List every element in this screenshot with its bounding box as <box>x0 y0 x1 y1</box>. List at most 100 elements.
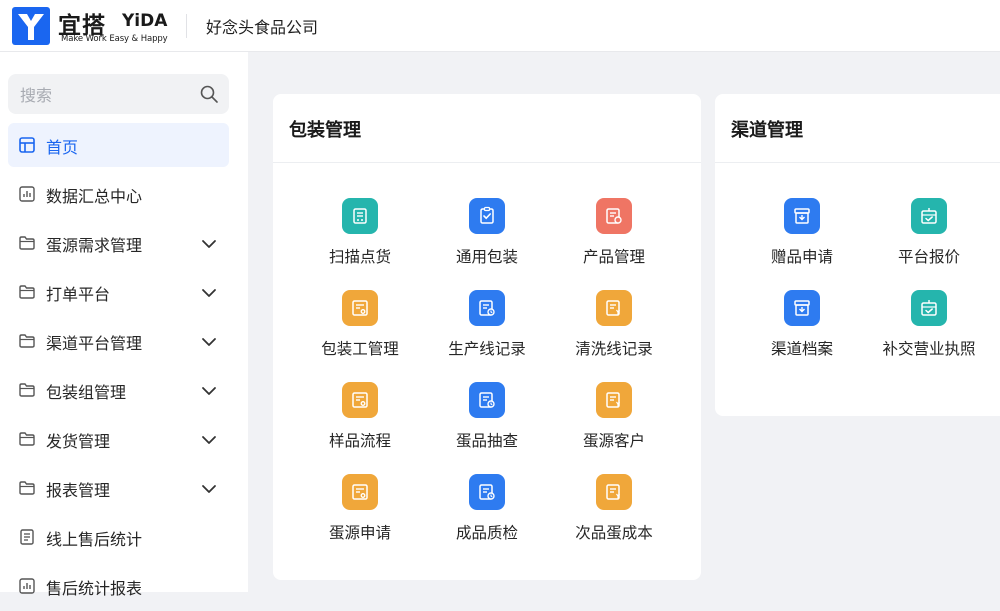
doc-yen-icon <box>606 484 620 500</box>
sidebar-item-order-platform[interactable]: 打单平台 <box>0 268 248 317</box>
sidebar-item-label: 售后统计报表 <box>46 579 143 598</box>
app-label: 通用包装 <box>455 248 518 266</box>
card-divider <box>273 162 701 163</box>
sidebar-item-aftersales-report[interactable]: 售后统计报表 <box>0 562 248 611</box>
form-icon <box>20 529 34 545</box>
sidebar: 首页 数据汇总中心 蛋源需求管理 <box>0 52 248 598</box>
app-icon-tile <box>596 198 632 234</box>
app-label: 蛋源客户 <box>582 432 645 450</box>
app-egg-source-customers[interactable]: 蛋源客户 <box>551 382 677 474</box>
sidebar-item-egg-demand[interactable]: 蛋源需求管理 <box>0 219 248 268</box>
packaging-card: 包装管理 扫描点货 通用包装 产品管理 包装工管理 生产线记录 清洗线记录 样品… <box>273 94 701 580</box>
app-label: 蛋品抽查 <box>455 432 518 450</box>
app-icon-tile <box>469 382 505 418</box>
doc-yen-icon <box>606 300 620 316</box>
search-icon[interactable] <box>199 84 219 104</box>
app-icon-tile <box>342 290 378 326</box>
channel-card: 渠道管理 赠品申请 平台报价 渠道档案 补交营业执照 <box>715 94 1000 416</box>
app-icon-tile <box>342 198 378 234</box>
doc-person-icon <box>352 300 368 316</box>
app-packer-management[interactable]: 包装工管理 <box>297 290 423 382</box>
app-label: 次品蛋成本 <box>575 524 653 542</box>
sidebar-item-label: 首页 <box>46 138 79 157</box>
app-submit-business-license[interactable]: 补交营业执照 <box>866 290 992 382</box>
inbox-check-icon <box>921 208 937 224</box>
app-icon-tile <box>469 198 505 234</box>
home-icon <box>19 137 35 153</box>
checklist-icon <box>480 206 494 224</box>
app-egg-inspection[interactable]: 蛋品抽查 <box>424 382 550 474</box>
app-label: 平台报价 <box>897 248 960 266</box>
app-icon-tile <box>342 474 378 510</box>
folder-icon <box>19 236 35 250</box>
sidebar-item-label: 数据汇总中心 <box>46 187 143 206</box>
app-finished-product-qc[interactable]: 成品质检 <box>424 474 550 566</box>
app-label: 包装工管理 <box>321 340 399 358</box>
chevron-down-icon[interactable] <box>200 431 218 449</box>
top-bar: 宜搭 YiDA Make Work Easy & Happy 好念头食品公司 <box>0 0 1000 52</box>
sidebar-nav: 首页 数据汇总中心 蛋源需求管理 打单平台 渠道平台管理 包装组管理 发货管理 … <box>0 121 248 611</box>
app-icon-tile <box>784 290 820 326</box>
app-label: 成品质检 <box>455 524 518 542</box>
sidebar-item-data-summary[interactable]: 数据汇总中心 <box>0 170 248 219</box>
app-sample-process[interactable]: 样品流程 <box>297 382 423 474</box>
sidebar-item-shipping[interactable]: 发货管理 <box>0 415 248 464</box>
yida-logo-icon[interactable] <box>12 7 50 45</box>
app-product-management[interactable]: 产品管理 <box>551 198 677 290</box>
folder-icon <box>19 432 35 446</box>
app-washing-line-records[interactable]: 清洗线记录 <box>551 290 677 382</box>
cart-icon <box>353 208 367 224</box>
folder-icon <box>19 481 35 495</box>
app-label: 补交营业执照 <box>882 340 976 358</box>
card-title: 渠道管理 <box>731 120 803 141</box>
app-icon-tile <box>469 474 505 510</box>
app-channel-archive[interactable]: 渠道档案 <box>739 290 865 382</box>
report-icon <box>19 578 35 594</box>
app-label: 赠品申请 <box>770 248 833 266</box>
chevron-down-icon[interactable] <box>200 284 218 302</box>
app-egg-source-request[interactable]: 蛋源申请 <box>297 474 423 566</box>
folder-icon <box>19 383 35 397</box>
app-defective-egg-cost[interactable]: 次品蛋成本 <box>551 474 677 566</box>
logo-english-text: YiDA <box>122 11 168 31</box>
doc-person-icon <box>352 392 368 408</box>
folder-icon <box>19 285 35 299</box>
search-input[interactable] <box>18 74 192 116</box>
sidebar-item-channel-platform[interactable]: 渠道平台管理 <box>0 317 248 366</box>
search-box[interactable] <box>8 74 229 116</box>
card-title: 包装管理 <box>289 120 361 141</box>
sidebar-item-label: 包装组管理 <box>46 383 127 402</box>
chevron-down-icon[interactable] <box>200 382 218 400</box>
app-gift-request[interactable]: 赠品申请 <box>739 198 865 290</box>
doc-clock-icon <box>479 300 495 316</box>
sidebar-item-home[interactable]: 首页 <box>0 121 248 170</box>
app-production-line-records[interactable]: 生产线记录 <box>424 290 550 382</box>
sidebar-item-label: 线上售后统计 <box>46 530 143 549</box>
doc-person-icon <box>352 484 368 500</box>
app-icon-tile <box>784 198 820 234</box>
chevron-down-icon[interactable] <box>200 480 218 498</box>
sidebar-item-label: 打单平台 <box>46 285 111 304</box>
sidebar-item-label: 蛋源需求管理 <box>46 236 143 255</box>
chevron-down-icon[interactable] <box>200 235 218 253</box>
doc-clock-icon <box>479 484 495 500</box>
app-label: 扫描点货 <box>328 248 391 266</box>
app-icon-tile <box>596 382 632 418</box>
app-icon-tile <box>911 290 947 326</box>
app-general-packaging[interactable]: 通用包装 <box>424 198 550 290</box>
app-platform-quote[interactable]: 平台报价 <box>866 198 992 290</box>
app-label: 样品流程 <box>328 432 391 450</box>
sidebar-item-online-aftersales[interactable]: 线上售后统计 <box>0 513 248 562</box>
logo-slogan: Make Work Easy & Happy <box>61 34 168 44</box>
app-scan-goods[interactable]: 扫描点货 <box>297 198 423 290</box>
app-label: 清洗线记录 <box>575 340 653 358</box>
sidebar-item-reports[interactable]: 报表管理 <box>0 464 248 513</box>
folder-icon <box>19 334 35 348</box>
company-name[interactable]: 好念头食品公司 <box>206 14 318 38</box>
archive-icon <box>794 208 810 224</box>
chevron-down-icon[interactable] <box>200 333 218 351</box>
sidebar-item-packaging-group[interactable]: 包装组管理 <box>0 366 248 415</box>
archive-icon <box>794 300 810 316</box>
header-divider <box>186 14 187 38</box>
app-icon-tile <box>911 198 947 234</box>
